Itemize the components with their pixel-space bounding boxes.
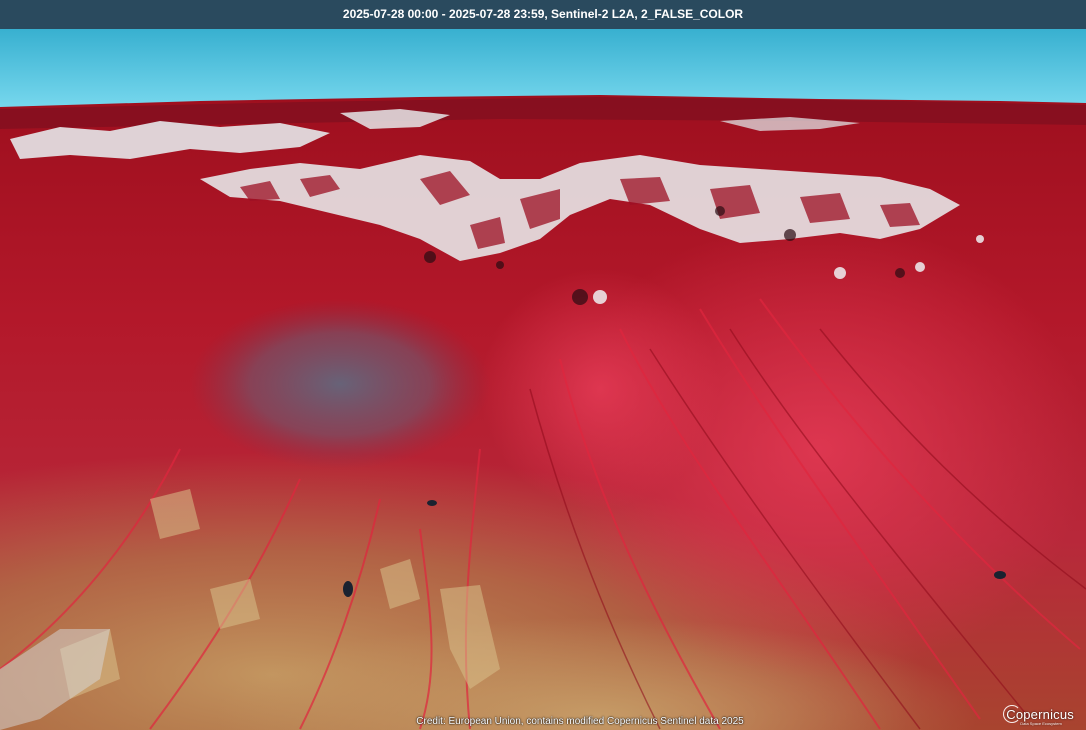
credit-text: Credit: European Union, contains modifie… — [416, 716, 744, 727]
logo-subtitle: Data Space Ecosystem — [1020, 721, 1062, 726]
terrain-canvas[interactable] — [0, 29, 1086, 730]
map-viewer[interactable]: 2025-07-28 00:00 - 2025-07-28 23:59, Sen… — [0, 0, 1086, 730]
terrain-3d-view[interactable] — [0, 29, 1086, 730]
ridge-slopes-2 — [480, 269, 720, 509]
burn-scar — [190, 299, 490, 469]
copernicus-logo: Copernicus Data Space Ecosystem — [1003, 705, 1074, 726]
map-title: 2025-07-28 00:00 - 2025-07-28 23:59, Sen… — [342, 7, 744, 21]
logo-wordmark: Copernicus — [1003, 705, 1074, 723]
map-title-bar: 2025-07-28 00:00 - 2025-07-28 23:59, Sen… — [0, 0, 1086, 29]
attribution-credit: Credit: European Union, contains modifie… — [0, 716, 1086, 727]
